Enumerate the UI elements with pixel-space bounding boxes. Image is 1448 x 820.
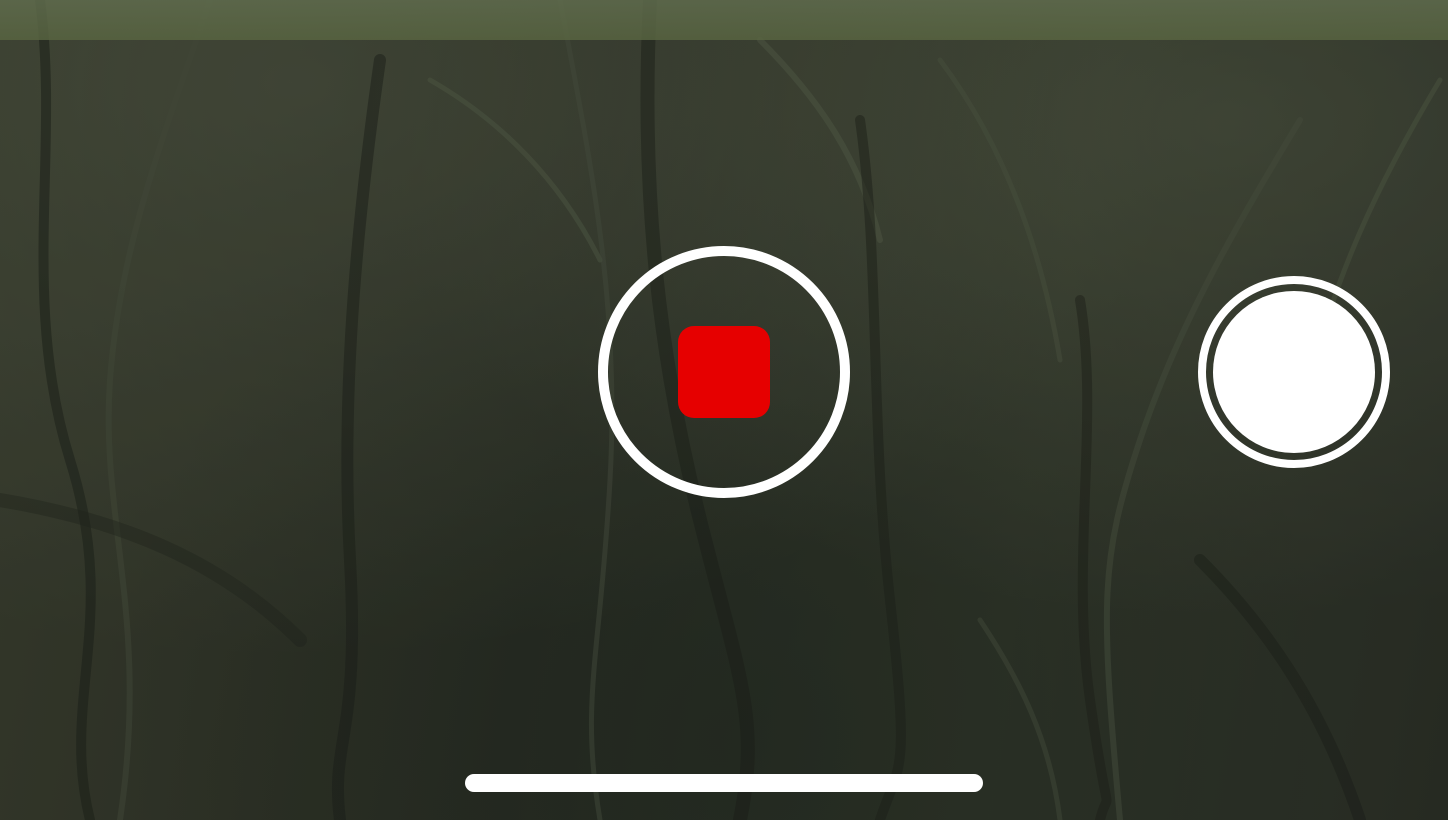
photo-shutter-button[interactable] <box>1198 276 1390 468</box>
stop-square-icon <box>678 326 770 418</box>
photo-shutter-icon <box>1213 291 1375 453</box>
home-indicator[interactable] <box>465 774 983 792</box>
record-stop-button[interactable] <box>598 246 850 498</box>
top-bar <box>0 0 1448 40</box>
